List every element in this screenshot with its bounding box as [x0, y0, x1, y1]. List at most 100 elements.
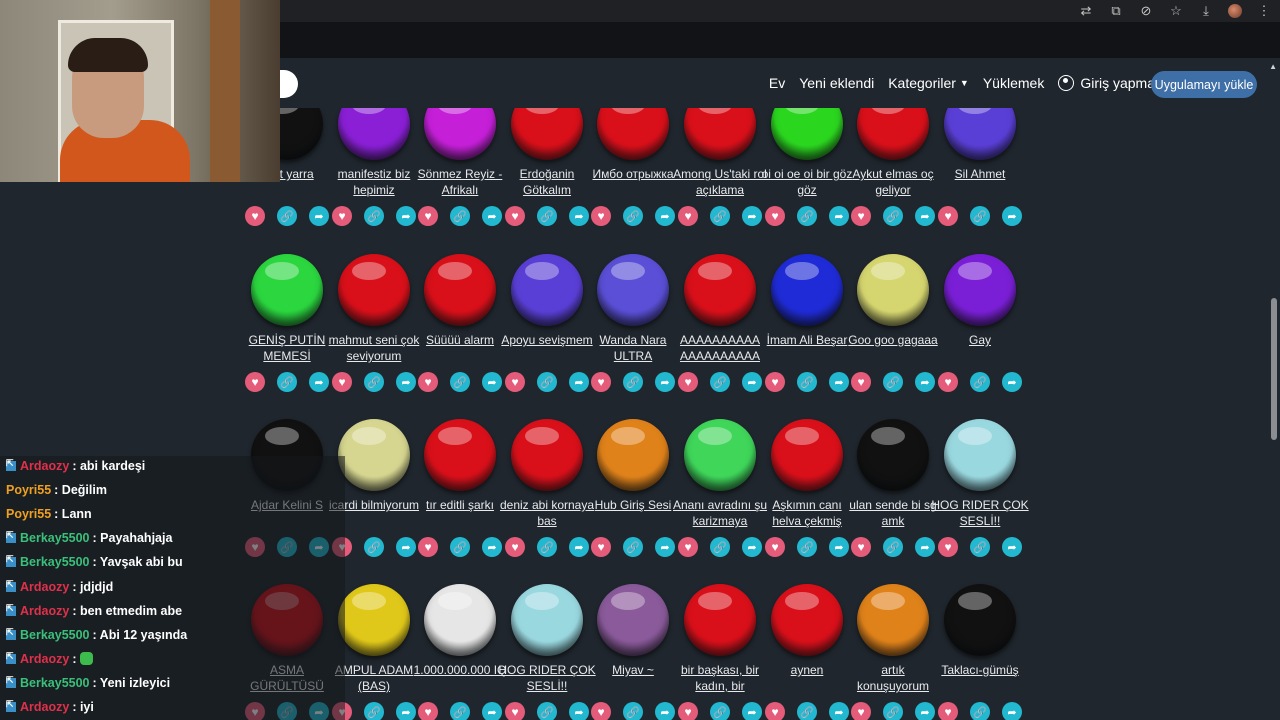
link-icon[interactable]: 🔗 [364, 702, 384, 720]
heart-icon[interactable]: ♥ [505, 702, 525, 720]
sound-play-button[interactable] [944, 419, 1016, 491]
sound-title-link[interactable]: Among Us'taki rol açıklama [671, 166, 769, 198]
sound-title-link[interactable]: Aşkımın canı helva çekmiş [758, 497, 856, 529]
sound-play-button[interactable] [857, 108, 929, 160]
heart-icon[interactable]: ♥ [505, 537, 525, 557]
heart-icon[interactable]: ♥ [505, 372, 525, 392]
sound-title-link[interactable]: aynen [758, 662, 856, 678]
share-icon[interactable]: ➦ [1002, 206, 1022, 226]
nav-categories[interactable]: Kategoriler ▼ [888, 75, 969, 91]
share-icon[interactable]: ➦ [569, 702, 589, 720]
sound-play-button[interactable] [771, 584, 843, 656]
sound-title-link[interactable]: Имбо отрыжка [584, 166, 682, 182]
share-icon[interactable]: ➦ [829, 206, 849, 226]
link-icon[interactable]: 🔗 [710, 206, 730, 226]
share-icon[interactable]: ➦ [742, 702, 762, 720]
link-icon[interactable]: 🔗 [537, 372, 557, 392]
profile-avatar[interactable] [1228, 4, 1242, 18]
link-icon[interactable]: 🔗 [364, 537, 384, 557]
sound-title-link[interactable]: GENİŞ PUTİN MEMESİ [238, 332, 336, 364]
share-icon[interactable]: ➦ [1002, 372, 1022, 392]
heart-icon[interactable]: ♥ [851, 206, 871, 226]
link-icon[interactable]: 🔗 [710, 702, 730, 720]
sound-play-button[interactable] [944, 108, 1016, 160]
sound-title-link[interactable]: AAAAAAAAAA AAAAAAAAAA [671, 332, 769, 364]
heart-icon[interactable]: ♥ [591, 702, 611, 720]
share-icon[interactable]: ➦ [309, 372, 329, 392]
share-icon[interactable]: ➦ [396, 702, 416, 720]
sound-play-button[interactable] [771, 254, 843, 326]
share-icon[interactable]: ➦ [1002, 537, 1022, 557]
heart-icon[interactable]: ♥ [765, 537, 785, 557]
heart-icon[interactable]: ♥ [332, 372, 352, 392]
sound-title-link[interactable]: deniz abi kornaya bas [498, 497, 596, 529]
sound-play-button[interactable] [944, 584, 1016, 656]
sound-title-link[interactable]: HOG RIDER ÇOK SESLİ!! [498, 662, 596, 694]
sound-play-button[interactable] [684, 584, 756, 656]
heart-icon[interactable]: ♥ [678, 206, 698, 226]
sound-play-button[interactable] [857, 584, 929, 656]
share-icon[interactable]: ➦ [1002, 702, 1022, 720]
sound-play-button[interactable] [424, 108, 496, 160]
link-icon[interactable]: 🔗 [623, 372, 643, 392]
link-icon[interactable]: 🔗 [277, 372, 297, 392]
sound-title-link[interactable]: artık konuşuyorum [844, 662, 942, 694]
sound-title-link[interactable]: bir başkası, bir kadın, bir [671, 662, 769, 694]
link-icon[interactable]: 🔗 [710, 372, 730, 392]
sound-play-button[interactable] [251, 254, 323, 326]
install-app-icon[interactable]: ⧉ [1108, 3, 1124, 19]
sound-play-button[interactable] [511, 108, 583, 160]
share-icon[interactable]: ➦ [655, 702, 675, 720]
share-icon[interactable]: ➦ [482, 372, 502, 392]
sound-title-link[interactable]: Süüüü alarm [411, 332, 509, 348]
link-icon[interactable]: 🔗 [797, 206, 817, 226]
share-icon[interactable]: ➦ [396, 372, 416, 392]
sound-title-link[interactable]: Apoyu sevişmem [498, 332, 596, 348]
sound-title-link[interactable]: 1.000.000.000 IQ [411, 662, 509, 678]
share-icon[interactable]: ➦ [396, 206, 416, 226]
heart-icon[interactable]: ♥ [591, 537, 611, 557]
link-icon[interactable]: 🔗 [450, 537, 470, 557]
link-icon[interactable]: 🔗 [277, 206, 297, 226]
share-icon[interactable]: ➦ [915, 537, 935, 557]
heart-icon[interactable]: ♥ [591, 206, 611, 226]
link-icon[interactable]: 🔗 [623, 702, 643, 720]
sound-title-link[interactable]: Ananı avradını şu karizmaya [671, 497, 769, 529]
sound-play-button[interactable] [771, 108, 843, 160]
sound-play-button[interactable] [597, 254, 669, 326]
link-icon[interactable]: 🔗 [883, 537, 903, 557]
link-icon[interactable]: 🔗 [797, 702, 817, 720]
eye-off-icon[interactable]: ⊘ [1138, 3, 1154, 19]
sound-title-link[interactable]: Gay [931, 332, 1029, 348]
nav-home[interactable]: Ev [769, 75, 785, 91]
link-icon[interactable]: 🔗 [970, 702, 990, 720]
sound-title-link[interactable]: Aykut elmas oç geliyor [844, 166, 942, 198]
heart-icon[interactable]: ♥ [418, 702, 438, 720]
link-icon[interactable]: 🔗 [710, 537, 730, 557]
link-icon[interactable]: 🔗 [797, 537, 817, 557]
share-icon[interactable]: ➦ [569, 372, 589, 392]
link-icon[interactable]: 🔗 [450, 206, 470, 226]
heart-icon[interactable]: ♥ [938, 372, 958, 392]
share-icon[interactable]: ➦ [482, 702, 502, 720]
sound-play-button[interactable] [511, 584, 583, 656]
sound-title-link[interactable]: HOG RIDER ÇOK SESLİ!! [931, 497, 1029, 529]
link-icon[interactable]: 🔗 [537, 206, 557, 226]
sound-play-button[interactable] [684, 419, 756, 491]
bookmark-star-icon[interactable]: ☆ [1168, 3, 1184, 19]
share-icon[interactable]: ➦ [569, 206, 589, 226]
link-icon[interactable]: 🔗 [623, 206, 643, 226]
link-icon[interactable]: 🔗 [883, 702, 903, 720]
heart-icon[interactable]: ♥ [418, 372, 438, 392]
share-icon[interactable]: ➦ [829, 372, 849, 392]
share-icon[interactable]: ➦ [655, 537, 675, 557]
sound-play-button[interactable] [424, 419, 496, 491]
share-icon[interactable]: ➦ [829, 702, 849, 720]
sound-title-link[interactable]: Taklacı-gümüş [931, 662, 1029, 678]
sound-play-button[interactable] [338, 108, 410, 160]
heart-icon[interactable]: ♥ [938, 537, 958, 557]
heart-icon[interactable]: ♥ [765, 206, 785, 226]
link-icon[interactable]: 🔗 [970, 206, 990, 226]
heart-icon[interactable]: ♥ [505, 206, 525, 226]
heart-icon[interactable]: ♥ [765, 702, 785, 720]
